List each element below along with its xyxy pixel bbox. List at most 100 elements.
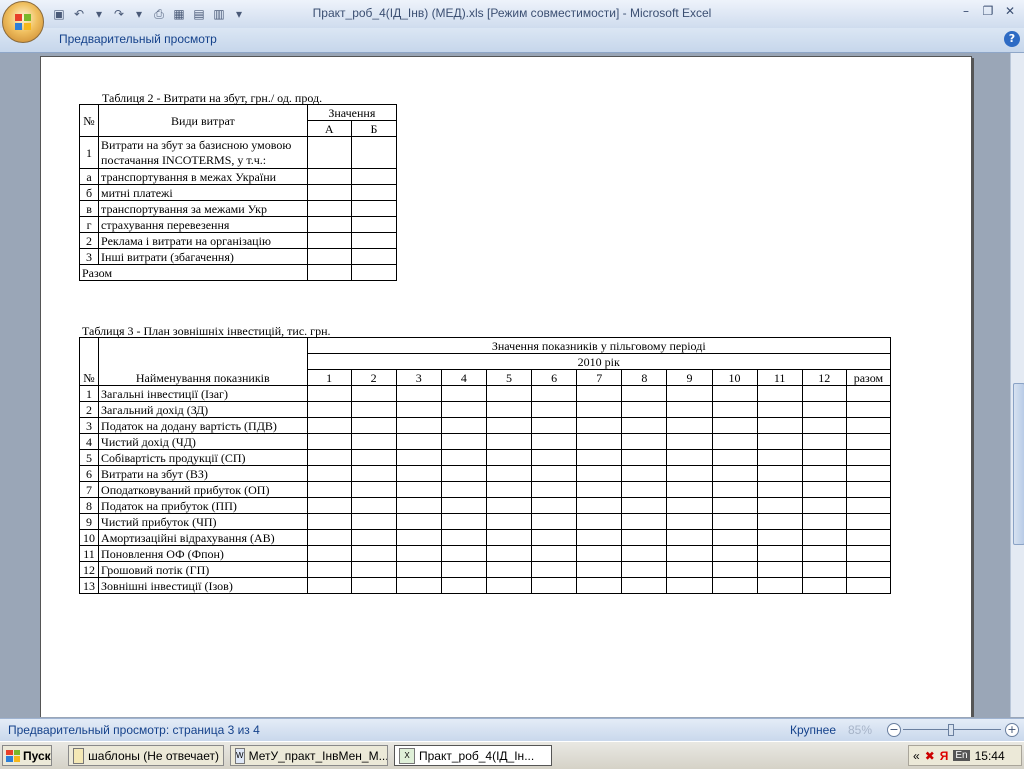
zoom-slider-knob[interactable]: [948, 724, 954, 736]
table3-cell[interactable]: [666, 433, 713, 450]
table3-cell[interactable]: [756, 385, 803, 402]
table2-cell[interactable]: [306, 184, 352, 201]
table2-cell[interactable]: [350, 168, 398, 185]
table3-cell[interactable]: [756, 417, 803, 434]
zoom-out-button[interactable]: −: [887, 723, 901, 737]
table3-cell[interactable]: [395, 545, 442, 562]
table3-cell[interactable]: [711, 513, 758, 530]
table3-cell[interactable]: [711, 417, 758, 434]
table3-cell[interactable]: [756, 529, 803, 546]
table3-cell[interactable]: [845, 401, 892, 418]
table3-cell[interactable]: [395, 529, 442, 546]
table3-cell[interactable]: [666, 417, 713, 434]
table3-cell[interactable]: [531, 529, 578, 546]
table3-cell[interactable]: [306, 449, 352, 466]
table3-cell[interactable]: [756, 449, 803, 466]
help-icon[interactable]: ?: [1004, 31, 1020, 47]
taskbar-item-word-doc[interactable]: W МетУ_практ_ІнвМен_М...: [230, 745, 388, 766]
table2-cell[interactable]: [350, 248, 398, 265]
table3-cell[interactable]: [395, 465, 442, 482]
table3-cell[interactable]: [531, 465, 578, 482]
table3-cell[interactable]: [711, 529, 758, 546]
tab-print-preview[interactable]: Предварительный просмотр: [59, 32, 217, 46]
table3-cell[interactable]: [485, 417, 533, 434]
table3-cell[interactable]: [485, 449, 533, 466]
table2-cell[interactable]: [306, 264, 352, 281]
table3-cell[interactable]: [576, 465, 623, 482]
table3-cell[interactable]: [756, 433, 803, 450]
table3-cell[interactable]: [395, 561, 442, 578]
table3-cell[interactable]: [666, 561, 713, 578]
table3-cell[interactable]: [666, 465, 713, 482]
table3-cell[interactable]: [306, 385, 352, 402]
table3-cell[interactable]: [711, 481, 758, 498]
table3-cell[interactable]: [711, 545, 758, 562]
table3-cell[interactable]: [395, 481, 442, 498]
table3-cell[interactable]: [621, 481, 668, 498]
table3-cell[interactable]: [531, 385, 578, 402]
table3-cell[interactable]: [306, 497, 352, 514]
table3-cell[interactable]: [621, 433, 668, 450]
table3-cell[interactable]: [306, 545, 352, 562]
table3-cell[interactable]: [576, 433, 623, 450]
table3-cell[interactable]: [531, 449, 578, 466]
table3-cell[interactable]: [440, 417, 487, 434]
table3-cell[interactable]: [350, 417, 397, 434]
table3-cell[interactable]: [756, 561, 803, 578]
tray-expand-icon[interactable]: «: [913, 749, 920, 763]
table3-cell[interactable]: [756, 577, 803, 594]
table3-cell[interactable]: [485, 385, 533, 402]
table3-cell[interactable]: [350, 545, 397, 562]
table3-cell[interactable]: [801, 465, 847, 482]
minimize-button[interactable]: –: [956, 2, 976, 20]
table3-cell[interactable]: [485, 577, 533, 594]
table3-cell[interactable]: [801, 385, 847, 402]
table3-cell[interactable]: [845, 561, 892, 578]
table3-cell[interactable]: [440, 385, 487, 402]
taskbar-item-excel[interactable]: X Практ_роб_4(ІД_Ін...: [394, 745, 552, 766]
table3-cell[interactable]: [756, 465, 803, 482]
table3-cell[interactable]: [801, 481, 847, 498]
table3-cell[interactable]: [440, 561, 487, 578]
table3-cell[interactable]: [485, 529, 533, 546]
table3-cell[interactable]: [666, 529, 713, 546]
table3-cell[interactable]: [576, 417, 623, 434]
table2-cell[interactable]: [306, 136, 352, 169]
table3-cell[interactable]: [350, 561, 397, 578]
table2-cell[interactable]: [350, 216, 398, 233]
vertical-scrollbar[interactable]: [1010, 53, 1024, 717]
table3-cell[interactable]: [350, 465, 397, 482]
table3-cell[interactable]: [845, 449, 892, 466]
table3-cell[interactable]: [621, 561, 668, 578]
start-button[interactable]: Пуск: [2, 745, 52, 766]
table3-cell[interactable]: [306, 561, 352, 578]
table3-cell[interactable]: [350, 497, 397, 514]
table3-cell[interactable]: [485, 433, 533, 450]
table3-cell[interactable]: [395, 513, 442, 530]
table3-cell[interactable]: [621, 449, 668, 466]
table3-cell[interactable]: [350, 449, 397, 466]
table3-cell[interactable]: [621, 497, 668, 514]
table3-cell[interactable]: [666, 481, 713, 498]
table3-cell[interactable]: [576, 481, 623, 498]
table3-cell[interactable]: [666, 497, 713, 514]
table3-cell[interactable]: [801, 497, 847, 514]
close-button[interactable]: ✕: [1000, 2, 1020, 20]
table3-cell[interactable]: [711, 433, 758, 450]
table3-cell[interactable]: [756, 481, 803, 498]
table3-cell[interactable]: [711, 449, 758, 466]
table3-cell[interactable]: [845, 513, 892, 530]
table3-cell[interactable]: [440, 433, 487, 450]
table3-cell[interactable]: [350, 513, 397, 530]
table3-cell[interactable]: [440, 545, 487, 562]
table3-cell[interactable]: [531, 561, 578, 578]
table3-cell[interactable]: [666, 577, 713, 594]
table3-cell[interactable]: [485, 545, 533, 562]
table3-cell[interactable]: [350, 529, 397, 546]
table3-cell[interactable]: [531, 417, 578, 434]
table3-cell[interactable]: [576, 577, 623, 594]
zoom-in-button[interactable]: +: [1005, 723, 1019, 737]
table2-cell[interactable]: [350, 184, 398, 201]
table3-cell[interactable]: [395, 385, 442, 402]
table3-cell[interactable]: [306, 465, 352, 482]
